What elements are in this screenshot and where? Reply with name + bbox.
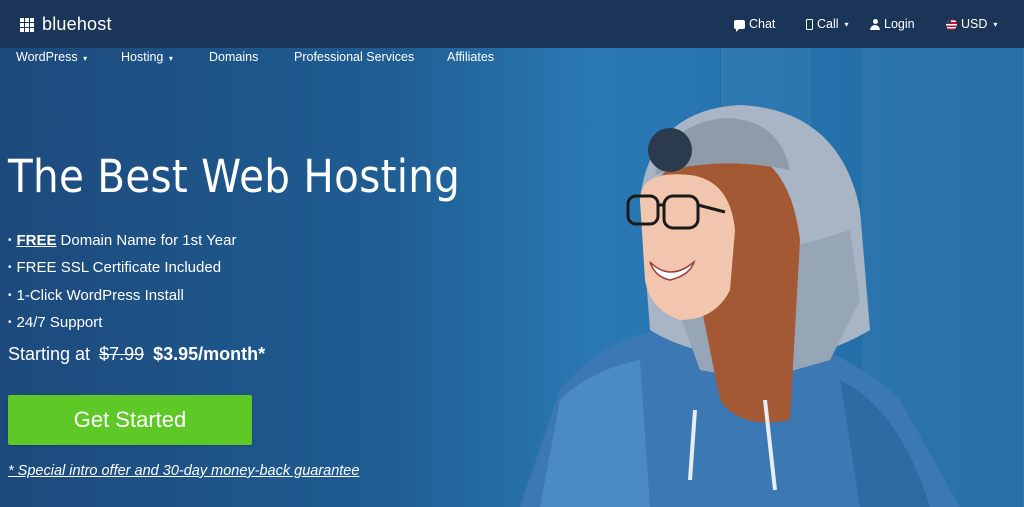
us-flag-icon (946, 18, 957, 30)
background-wall-panel (860, 0, 1024, 507)
feature-text: FREE SSL Certificate Included (16, 259, 222, 277)
header: bluehost Chat Call ▾ Login USD ▾ (0, 0, 1024, 48)
feature-text: 1-Click WordPress Install (16, 286, 184, 304)
feature-item: • 24/7 Support (8, 310, 236, 338)
background-wall-panel (720, 0, 810, 507)
user-icon (870, 18, 880, 30)
feature-item: • FREE Domain Name for 1st Year (8, 227, 236, 255)
bullet-icon: • (8, 234, 12, 246)
phone-icon (806, 18, 813, 30)
feature-text: Domain Name for 1st Year (60, 231, 237, 249)
old-price: $7.99 (99, 344, 145, 364)
hero-title: The Best Web Hosting (8, 150, 461, 203)
new-price: $3.95/month* (153, 344, 266, 364)
pricing-line: Starting at $7.99 $3.95/month* (8, 344, 265, 365)
brand-logo[interactable]: bluehost (20, 14, 112, 35)
chat-bubble-icon (734, 19, 745, 32)
grid-logo-icon (20, 17, 34, 32)
special-offer-link[interactable]: * Special intro offer and 30-day money-b… (8, 463, 359, 479)
caret-down-icon: ▾ (83, 54, 88, 63)
feature-item: • FREE SSL Certificate Included (8, 255, 236, 283)
feature-list: • FREE Domain Name for 1st Year • FREE S… (8, 227, 236, 337)
pricing-prefix: Starting at (8, 344, 91, 364)
caret-down-icon: ▾ (993, 19, 998, 29)
nav-affiliates[interactable]: Affiliates (447, 50, 494, 64)
nav-hosting[interactable]: Hosting ▾ (121, 50, 173, 64)
caret-down-icon: ▾ (844, 19, 849, 29)
login-link[interactable]: Login (870, 17, 915, 31)
nav-professional-services[interactable]: Professional Services (294, 50, 414, 64)
currency-label: USD (961, 17, 988, 31)
caret-down-icon: ▾ (168, 54, 173, 63)
bullet-icon: • (8, 317, 12, 329)
call-label: Call (817, 17, 839, 31)
login-label: Login (884, 17, 915, 31)
feature-item: • 1-Click WordPress Install (8, 282, 236, 310)
nav-wordpress[interactable]: WordPress ▾ (16, 50, 87, 64)
currency-dropdown[interactable]: USD ▾ (946, 17, 997, 31)
bullet-icon: • (8, 289, 12, 301)
call-dropdown[interactable]: Call ▾ (806, 17, 849, 31)
bullet-icon: • (8, 262, 12, 274)
feature-text: 24/7 Support (16, 314, 103, 332)
brand-name: bluehost (42, 14, 112, 34)
nav-wordpress-label: WordPress (16, 50, 78, 64)
nav-domains[interactable]: Domains (209, 50, 258, 64)
get-started-button[interactable]: Get Started (8, 395, 252, 445)
chat-link[interactable]: Chat (734, 17, 776, 32)
feature-strong: FREE (16, 231, 57, 249)
nav-hosting-label: Hosting (121, 50, 164, 64)
chat-label: Chat (749, 17, 776, 31)
